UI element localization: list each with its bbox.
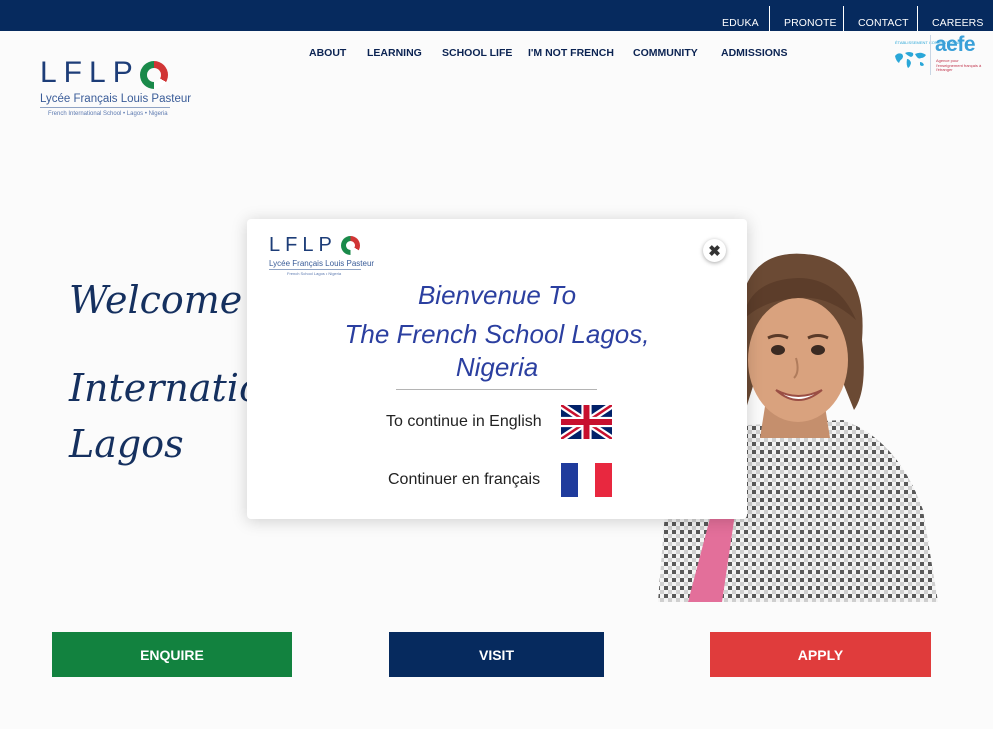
modal-title-line-3: Nigeria: [455, 352, 539, 382]
modal-divider: [396, 389, 597, 390]
continue-english-label[interactable]: To continue in English: [386, 413, 542, 431]
aefe-subtitle: Agence pour l'enseignement français à l'…: [936, 58, 982, 72]
continue-french-option[interactable]: Continuer en français: [247, 463, 747, 497]
apply-button[interactable]: APPLY: [710, 632, 931, 677]
site-logo[interactable]: LFLP Lycée Français Louis Pasteur French…: [40, 56, 191, 124]
logo-school-name: Lycée Français Louis Pasteur: [40, 93, 192, 105]
aefe-badge[interactable]: ÉTABLISSEMENT CONVENTIONNÉ aefe Agence p…: [893, 33, 985, 77]
modal-title-line-2: The French School Lagos,: [344, 319, 650, 349]
continue-english-option[interactable]: To continue in English: [247, 405, 747, 439]
logo-divider: [40, 107, 170, 108]
topbar-link-pronote[interactable]: PRONOTE: [784, 17, 837, 29]
topbar-separator: [843, 6, 844, 31]
modal-logo-tagline: French School Lagos • Nigeria: [287, 271, 342, 276]
modal-logo-letters: LFLP: [269, 234, 337, 256]
nav-item-community[interactable]: COMMUNITY: [633, 47, 698, 59]
topbar-separator: [917, 6, 918, 31]
close-icon[interactable]: ✖: [703, 239, 726, 262]
nav-item-about[interactable]: ABOUT: [309, 47, 346, 59]
topbar-separator: [769, 6, 770, 31]
aefe-divider: [930, 35, 931, 75]
topbar-link-careers[interactable]: CAREERS: [932, 17, 983, 29]
hero-heading-line-3: Lagos: [69, 422, 184, 466]
aefe-wordmark: aefe: [935, 33, 976, 56]
logo-letters: LFLP: [40, 56, 140, 89]
logo-ring-icon: [140, 61, 168, 89]
enquire-button[interactable]: ENQUIRE: [52, 632, 292, 677]
modal-title-line-1: Bienvenue To: [417, 280, 577, 310]
nav-item-admissions[interactable]: ADMISSIONS: [721, 47, 788, 59]
modal-logo-ring-icon: [341, 236, 360, 255]
nav-item-im-not-french[interactable]: I'M NOT FRENCH: [528, 47, 614, 59]
nav-item-learning[interactable]: LEARNING: [367, 47, 422, 59]
france-flag-icon[interactable]: [561, 463, 612, 497]
language-modal: LFLP Lycée Français Louis Pasteur French…: [247, 219, 747, 519]
modal-logo-name: Lycée Français Louis Pasteur: [269, 259, 375, 268]
topbar-link-contact[interactable]: CONTACT: [858, 17, 909, 29]
topbar-link-eduka[interactable]: EDUKA: [722, 17, 759, 29]
visit-button[interactable]: VISIT: [389, 632, 604, 677]
nav-item-school-life[interactable]: SCHOOL LIFE: [442, 47, 512, 59]
world-map-icon: [895, 52, 926, 68]
continue-french-label[interactable]: Continuer en français: [388, 471, 540, 489]
top-utility-bar: EDUKA PRONOTE CONTACT CAREERS: [0, 0, 993, 31]
uk-flag-icon[interactable]: [561, 405, 612, 439]
modal-logo: LFLP Lycée Français Louis Pasteur French…: [269, 234, 374, 279]
logo-tagline: French International School • Lagos • Ni…: [48, 111, 168, 117]
modal-logo-divider: [269, 269, 361, 270]
